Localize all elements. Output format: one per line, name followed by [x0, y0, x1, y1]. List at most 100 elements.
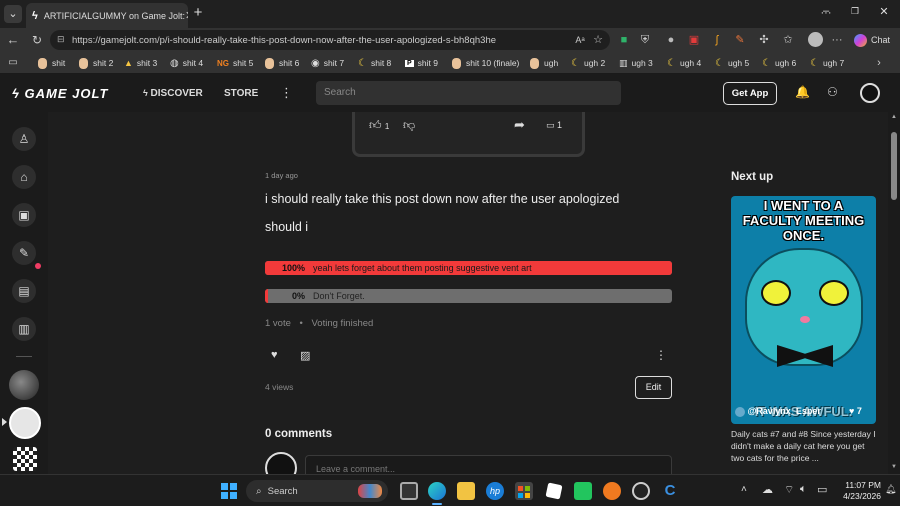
start-windows-icon[interactable]: [221, 483, 237, 499]
extension-red-icon[interactable]: ▣: [688, 33, 700, 47]
reading-list-icon[interactable]: ▭: [6, 56, 20, 70]
bookmark-item[interactable]: NG shit 5: [217, 56, 253, 70]
bookmark-item[interactable]: ▥ ugh 3: [619, 56, 653, 70]
post-more-icon[interactable]: ⋮: [655, 348, 667, 362]
gamejolt-logo[interactable]: ϟ GAME JOLT: [12, 86, 108, 101]
battery-icon[interactable]: ▭: [817, 483, 827, 496]
active-tab[interactable]: ϟ ARTIFICIALGUMMY on Game Jolt: ✕: [26, 3, 188, 28]
notification-bell-icon[interactable]: 🔔︎: [885, 484, 896, 495]
window-close-button[interactable]: ✕: [876, 5, 892, 18]
sidebar-chat-icon[interactable]: ▤: [12, 279, 36, 303]
bookmark-item[interactable]: shit 2: [79, 56, 113, 70]
new-tab-button[interactable]: +: [190, 4, 206, 21]
chevron-right-icon[interactable]: ›: [874, 56, 884, 70]
refresh-icon[interactable]: ↻: [30, 33, 44, 47]
task-view-icon[interactable]: [400, 482, 418, 500]
extension-lock-icon[interactable]: ⛨: [639, 33, 651, 47]
extension-shield-icon[interactable]: ■: [618, 33, 630, 47]
community-avatar[interactable]: [13, 447, 37, 471]
back-arrow-icon[interactable]: ←: [6, 33, 20, 47]
community-avatar[interactable]: [9, 370, 39, 400]
scroll-up-arrow[interactable]: ▲: [891, 114, 897, 120]
volume-icon[interactable]: 🔈︎: [800, 483, 807, 496]
share-icon[interactable]: ➦: [514, 117, 525, 133]
user-avatar[interactable]: [860, 83, 880, 103]
window-maximize-button[interactable]: ❐: [848, 6, 862, 17]
clock[interactable]: 11:07 PM 4/23/2026: [833, 480, 881, 502]
copilot-button[interactable]: Chat: [854, 32, 896, 48]
comment-input[interactable]: Leave a comment...: [305, 455, 672, 474]
post-page: 👍︎ 1 👎︎ ➦ ▭ 1 1 day ago i should really …: [48, 112, 888, 474]
tab-actions-button[interactable]: ⌄: [4, 5, 22, 23]
bookmark-item[interactable]: Pshit 9: [405, 56, 438, 70]
bookmark-favicon-icon: [79, 57, 88, 69]
scrollbar-thumb[interactable]: [891, 132, 897, 200]
comments-button[interactable]: ▭ 1: [546, 120, 562, 131]
thumbnail-author[interactable]: @Ravlynx_Esper: [735, 406, 821, 417]
sidebar-home-icon[interactable]: ♙: [12, 127, 36, 151]
sidebar-library-icon[interactable]: ▥: [12, 317, 36, 341]
bookmark-item[interactable]: ☾ ugh 7: [810, 56, 844, 70]
bookmark-item[interactable]: ☾ ugh 2: [571, 56, 605, 70]
window-minimize-button[interactable]: –: [818, 5, 834, 17]
extension-dot-icon[interactable]: ●: [665, 33, 677, 47]
bookmark-item[interactable]: shit: [38, 56, 65, 70]
sticker-icon[interactable]: ▨: [300, 349, 310, 362]
bookmark-item[interactable]: ☾ ugh 4: [667, 56, 701, 70]
read-aloud-icon[interactable]: Aᵃ: [573, 33, 587, 47]
microsoft-store-icon[interactable]: [515, 482, 533, 500]
like-button[interactable]: 👍︎ 1: [369, 118, 389, 133]
edge-browser-icon[interactable]: [428, 482, 446, 500]
bookmark-item[interactable]: ☾ ugh 5: [715, 56, 749, 70]
bookmark-item[interactable]: shit 6: [265, 56, 299, 70]
hp-icon[interactable]: hp: [486, 482, 504, 500]
tray-onedrive-icon[interactable]: ☁: [762, 483, 773, 496]
wifi-icon[interactable]: ⌔: [784, 483, 794, 497]
banana-icon: ☾: [762, 57, 771, 69]
bookmark-item[interactable]: ▲ shit 3: [124, 56, 157, 70]
site-info-icon[interactable]: ⊟: [57, 34, 65, 45]
close-tab-icon[interactable]: ✕: [185, 9, 188, 22]
like-heart-icon[interactable]: ♥: [271, 349, 278, 361]
notifications-bell-icon[interactable]: 🔔: [795, 85, 810, 99]
next-up-thumbnail[interactable]: I WENT TO A FACULTY MEETING ONCE. IT WAS…: [731, 196, 876, 424]
friends-icon[interactable]: ⚇: [827, 85, 838, 99]
tray-chevron-icon[interactable]: ˄: [741, 484, 747, 495]
extension-orange-icon[interactable]: ʃ: [711, 33, 723, 47]
bookmark-item[interactable]: ☾ shit 8: [358, 56, 391, 70]
thumbs-down-icon[interactable]: 👎︎: [403, 118, 415, 133]
app-c-icon[interactable]: C: [661, 482, 679, 500]
edit-button[interactable]: Edit: [635, 376, 672, 399]
nav-more-icon[interactable]: ⋮: [280, 85, 293, 101]
sidebar-backpack-icon[interactable]: ▣: [12, 203, 36, 227]
community-avatar[interactable]: [9, 407, 41, 439]
extension-pen-icon[interactable]: ✎: [734, 33, 746, 47]
profile-avatar[interactable]: [808, 32, 823, 47]
search-input[interactable]: Search: [316, 81, 621, 105]
sidebar-edit-icon[interactable]: ✎: [12, 241, 36, 265]
fl-studio-icon[interactable]: [603, 482, 621, 500]
bookmark-item[interactable]: ◉ shit 7: [311, 56, 344, 70]
sidebar-store-icon[interactable]: ⌂: [12, 165, 36, 189]
page-scrollbar[interactable]: ▲ ▼: [888, 112, 900, 474]
store-link[interactable]: STORE: [224, 88, 258, 99]
steam-icon[interactable]: [632, 482, 650, 500]
settings-more-icon[interactable]: ···: [830, 33, 844, 47]
discover-link[interactable]: ϟ DISCOVER: [143, 88, 203, 99]
bookmark-item[interactable]: ☾ ugh 6: [762, 56, 796, 70]
bookmark-item[interactable]: ugh: [530, 56, 558, 70]
get-app-button[interactable]: Get App: [723, 82, 777, 105]
xbox-green-icon[interactable]: [574, 482, 592, 500]
bookmark-item[interactable]: shit 10 (finale): [452, 56, 519, 70]
view-count: 4 views: [265, 382, 294, 392]
extensions-puzzle-icon[interactable]: ✣: [758, 33, 770, 47]
taskbar-search-box[interactable]: ⌕ Search: [246, 480, 388, 502]
favorites-icon[interactable]: ✩: [782, 33, 794, 47]
favorite-star-icon[interactable]: ☆: [591, 33, 605, 47]
roblox-icon[interactable]: [545, 482, 563, 500]
scroll-down-arrow[interactable]: ▼: [891, 464, 897, 470]
next-up-description[interactable]: Daily cats #7 and #8 Since yesterday I d…: [731, 428, 879, 464]
bookmark-item[interactable]: ◍ shit 4: [170, 56, 203, 70]
url-bar[interactable]: ⊟ https://gamejolt.com/p/i-should-really…: [50, 30, 610, 50]
file-explorer-icon[interactable]: [457, 482, 475, 500]
